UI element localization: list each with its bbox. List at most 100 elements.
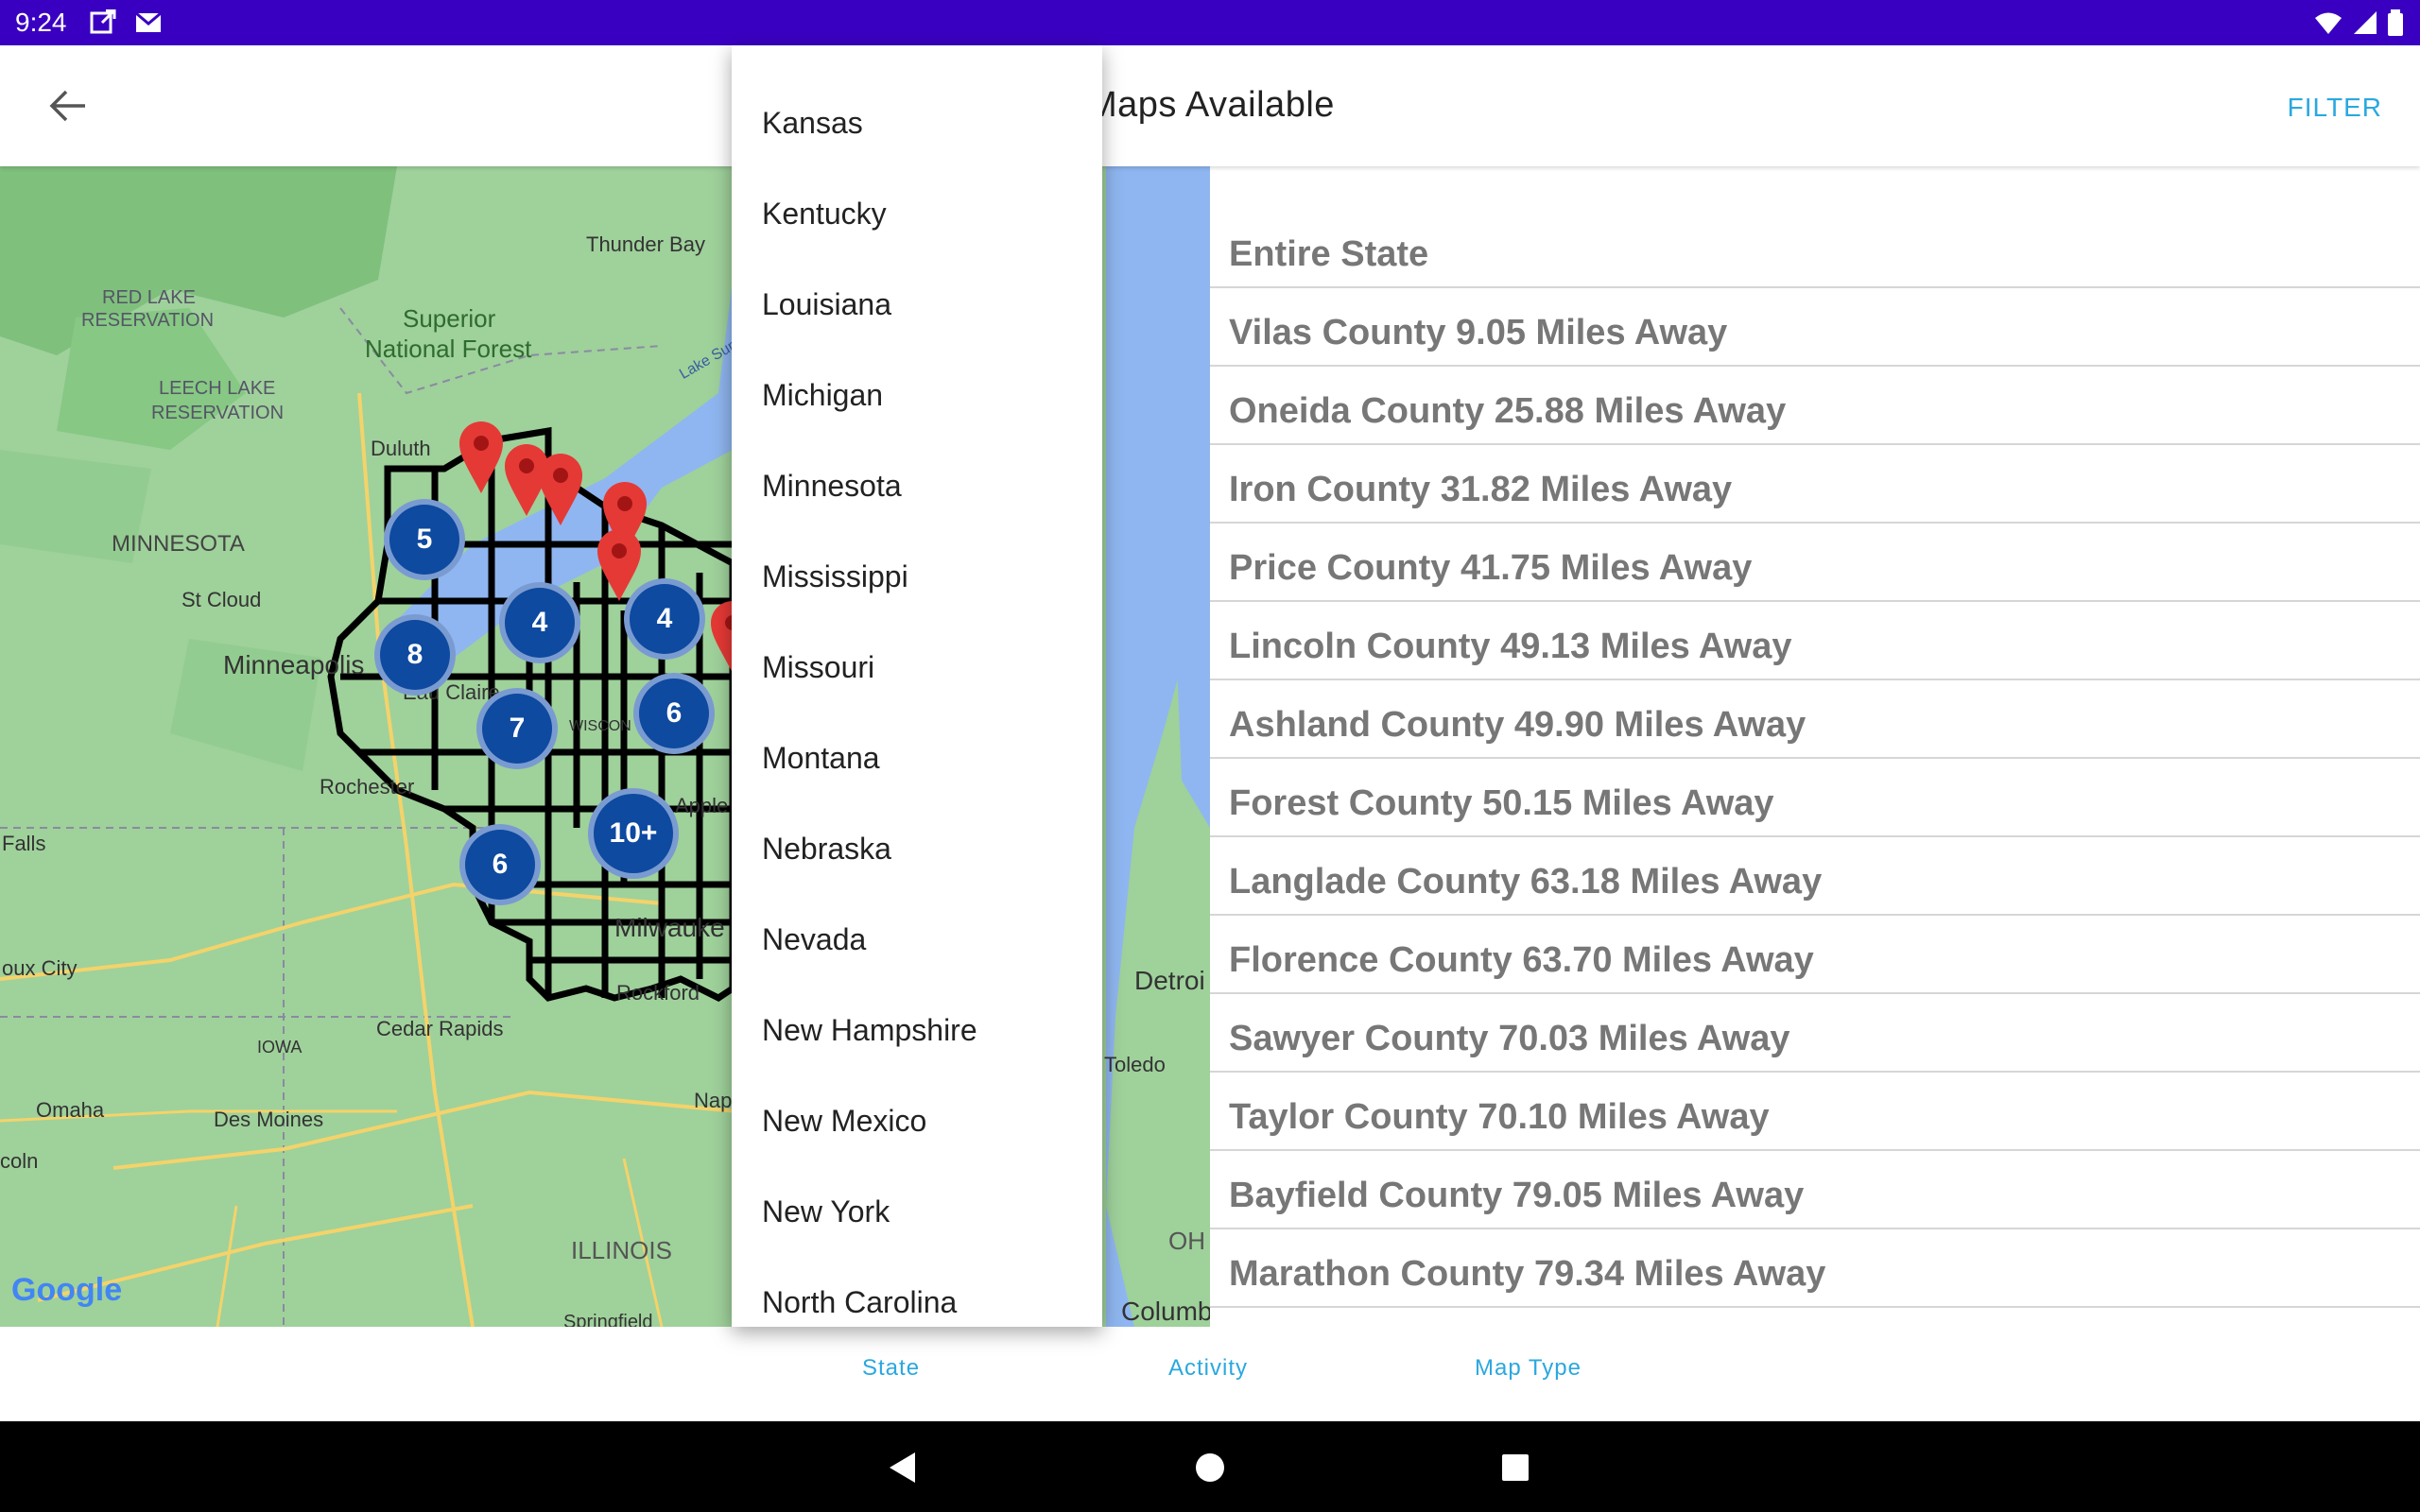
map-label: Columb bbox=[1121, 1297, 1210, 1326]
list-item[interactable]: Forest County 50.15 Miles Away bbox=[1210, 759, 2420, 837]
state-option[interactable]: Kansas bbox=[762, 106, 863, 141]
list-item[interactable]: Vilas County 9.05 Miles Away bbox=[1210, 288, 2420, 367]
square-recents-icon bbox=[1502, 1454, 1529, 1481]
status-time: 9:24 bbox=[15, 8, 67, 37]
google-logo: Google bbox=[11, 1272, 123, 1308]
list-item-label: Marathon County 79.34 Miles Away bbox=[1229, 1254, 1826, 1294]
wifi-icon bbox=[2315, 12, 2342, 34]
signal-icon bbox=[2354, 11, 2377, 34]
map-label: Springfield bbox=[563, 1312, 653, 1327]
app-bar: Maps Available FILTER bbox=[0, 45, 2420, 166]
map-label: Rockford bbox=[616, 981, 700, 1005]
list-item[interactable]: Bayfield County 79.05 Miles Away bbox=[1210, 1151, 2420, 1229]
list-item[interactable]: Iron County 31.82 Miles Away bbox=[1210, 445, 2420, 524]
list-item-label: Oneida County 25.88 Miles Away bbox=[1229, 391, 1787, 431]
map-label: Falls bbox=[2, 832, 46, 855]
map-label: OH bbox=[1168, 1227, 1205, 1255]
map-cluster[interactable]: 6 bbox=[633, 673, 715, 754]
list-item-label: Taylor County 70.10 Miles Away bbox=[1229, 1097, 1770, 1137]
state-option[interactable]: Minnesota bbox=[762, 469, 902, 504]
state-dropdown-menu[interactable]: Kansas Kentucky Louisiana Michigan Minne… bbox=[732, 45, 1102, 1327]
state-option[interactable]: North Carolina bbox=[762, 1285, 957, 1320]
list-item-label: Ashland County 49.90 Miles Away bbox=[1229, 705, 1806, 745]
nav-back-button[interactable] bbox=[879, 1444, 926, 1491]
map-label: Omaha bbox=[36, 1098, 105, 1122]
map-label: WISCON bbox=[569, 718, 631, 734]
state-option[interactable]: Nevada bbox=[762, 922, 866, 957]
circle-home-icon bbox=[1196, 1453, 1224, 1482]
nav-recents-button[interactable] bbox=[1492, 1444, 1539, 1491]
map-label: Nap bbox=[694, 1089, 733, 1112]
page-title: Maps Available bbox=[1087, 85, 1335, 125]
list-item-label: Price County 41.75 Miles Away bbox=[1229, 548, 1753, 588]
map-label: RED LAKE bbox=[102, 287, 196, 308]
map-label: Detroi bbox=[1134, 966, 1205, 995]
list-item-label: Florence County 63.70 Miles Away bbox=[1229, 940, 1814, 980]
nav-home-button[interactable] bbox=[1186, 1444, 1234, 1491]
map-label: IOWA bbox=[257, 1038, 302, 1057]
tab-map-type[interactable]: Map Type bbox=[1475, 1355, 1582, 1382]
state-option[interactable]: Michigan bbox=[762, 378, 883, 413]
state-option[interactable]: New Hampshire bbox=[762, 1013, 977, 1048]
list-item[interactable]: Ashland County 49.90 Miles Away bbox=[1210, 680, 2420, 759]
map-label: ILLINOIS bbox=[571, 1236, 672, 1264]
state-option[interactable]: Kentucky bbox=[762, 197, 887, 232]
map-label: coln bbox=[0, 1149, 39, 1173]
list-item[interactable]: Marathon County 79.34 Miles Away bbox=[1210, 1229, 2420, 1308]
state-option[interactable]: Nebraska bbox=[762, 832, 891, 867]
map-pin-icon[interactable] bbox=[458, 420, 505, 495]
list-item[interactable]: Langlade County 63.18 Miles Away bbox=[1210, 837, 2420, 916]
state-option[interactable]: Montana bbox=[762, 741, 880, 776]
map-label: Apple bbox=[675, 794, 729, 817]
tab-state[interactable]: State bbox=[862, 1355, 920, 1382]
status-bar: 9:24 bbox=[0, 0, 2420, 45]
map-label: Milwauke bbox=[614, 913, 725, 942]
map-label: Cedar Rapids bbox=[376, 1017, 504, 1040]
state-option[interactable]: Louisiana bbox=[762, 287, 891, 322]
tab-activity[interactable]: Activity bbox=[1168, 1355, 1248, 1382]
triangle-back-icon bbox=[890, 1452, 915, 1483]
map-cluster[interactable]: 4 bbox=[499, 582, 580, 663]
map-label: Superior bbox=[403, 304, 496, 333]
gmail-icon bbox=[135, 11, 162, 32]
map-label: Rochester bbox=[320, 775, 415, 799]
map-pin-icon[interactable] bbox=[537, 452, 584, 527]
map-label: RESERVATION bbox=[151, 403, 285, 423]
map-cluster[interactable]: 7 bbox=[476, 688, 558, 769]
back-button[interactable] bbox=[38, 83, 98, 129]
list-item[interactable]: Taylor County 70.10 Miles Away bbox=[1210, 1073, 2420, 1151]
state-option[interactable]: New Mexico bbox=[762, 1104, 926, 1139]
list-item[interactable]: Entire State bbox=[1210, 210, 2420, 288]
list-item[interactable]: Lincoln County 49.13 Miles Away bbox=[1210, 602, 2420, 680]
list-item-label: Langlade County 63.18 Miles Away bbox=[1229, 862, 1823, 902]
map-cluster[interactable]: 5 bbox=[384, 499, 465, 580]
list-item[interactable]: Sawyer County 70.03 Miles Away bbox=[1210, 994, 2420, 1073]
list-item[interactable]: Oneida County 25.88 Miles Away bbox=[1210, 367, 2420, 445]
list-item[interactable]: Florence County 63.70 Miles Away bbox=[1210, 916, 2420, 994]
arrow-back-icon bbox=[49, 90, 85, 122]
state-option[interactable]: New York bbox=[762, 1194, 890, 1229]
external-link-icon bbox=[90, 9, 116, 34]
list-item-label: Sawyer County 70.03 Miles Away bbox=[1229, 1019, 1790, 1058]
map-label: Des Moines bbox=[214, 1108, 324, 1131]
state-option[interactable]: Mississippi bbox=[762, 559, 908, 594]
map-label: National Forest bbox=[365, 335, 532, 363]
map-label: Minneapolis bbox=[223, 650, 365, 679]
county-list[interactable]: Entire State Vilas County 9.05 Miles Awa… bbox=[1210, 166, 2420, 1327]
system-nav-bar bbox=[0, 1421, 2420, 1512]
map-label: Toledo bbox=[1104, 1053, 1166, 1076]
list-item-label: Forest County 50.15 Miles Away bbox=[1229, 783, 1774, 823]
filter-button[interactable]: FILTER bbox=[2288, 93, 2382, 123]
map-label: Thunder Bay bbox=[586, 232, 705, 256]
map-cluster[interactable]: 6 bbox=[459, 824, 541, 905]
list-item-label: Bayfield County 79.05 Miles Away bbox=[1229, 1176, 1805, 1215]
map-cluster[interactable]: 4 bbox=[624, 578, 705, 660]
map-cluster[interactable]: 10+ bbox=[588, 788, 679, 879]
state-option[interactable]: Missouri bbox=[762, 650, 874, 685]
list-item[interactable]: Price County 41.75 Miles Away bbox=[1210, 524, 2420, 602]
list-item-label: Vilas County 9.05 Miles Away bbox=[1229, 313, 1728, 352]
map-label: Duluth bbox=[371, 437, 431, 460]
map-label: LEECH LAKE bbox=[159, 378, 276, 399]
bottom-tab-bar: State Activity Map Type bbox=[0, 1327, 2420, 1421]
map-cluster[interactable]: 8 bbox=[374, 614, 456, 696]
